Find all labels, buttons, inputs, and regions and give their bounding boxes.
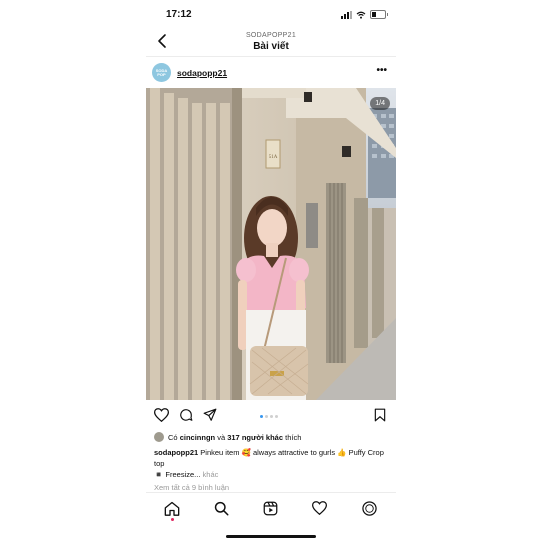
liker-avatar	[154, 432, 164, 442]
status-icons	[341, 10, 388, 19]
likes-count[interactable]: 317 người khác	[227, 433, 283, 442]
more-icon[interactable]: •••	[376, 65, 387, 76]
status-time: 17:12	[166, 9, 192, 20]
signal-icon	[341, 10, 352, 19]
phone-screen: 17:12 SODAPOPP21 Bài viết SODA POP sodap…	[146, 0, 396, 543]
carousel-dot	[275, 415, 278, 418]
post-caption: sodapopp21 Pinkeu item 🥰 always attracti…	[154, 447, 390, 480]
carousel-dot	[270, 415, 273, 418]
bookmark-icon[interactable]	[374, 408, 386, 422]
heart-icon[interactable]	[154, 408, 169, 422]
search-icon[interactable]	[214, 501, 229, 516]
post-actions	[146, 404, 396, 426]
post-photo-illustration: 51A	[146, 88, 396, 400]
image-counter: 1/4	[370, 97, 390, 110]
home-indicator	[226, 535, 316, 538]
page-title: Bài viết	[253, 41, 289, 52]
caption-line2: ◾️ Freesize...	[154, 470, 201, 479]
home-icon[interactable]	[164, 501, 180, 516]
activity-icon[interactable]	[312, 501, 327, 515]
avatar[interactable]: SODA POP	[152, 63, 171, 82]
reels-icon[interactable]	[263, 501, 278, 516]
liker-username[interactable]: cincinngn	[180, 433, 215, 442]
bottom-nav	[146, 492, 396, 525]
app-header: SODAPOPP21 Bài viết	[146, 28, 396, 57]
wifi-icon	[356, 11, 366, 19]
likes-suffix: thích	[285, 432, 302, 442]
likes-prefix: Có	[168, 432, 178, 442]
carousel-dot	[265, 415, 268, 418]
comment-icon[interactable]	[179, 408, 193, 422]
carousel-dots	[260, 415, 278, 418]
header-username: SODAPOPP21	[245, 32, 297, 39]
door-sign-number: 51A	[269, 155, 278, 160]
profile-icon[interactable]	[362, 501, 377, 516]
notification-dot	[171, 518, 174, 521]
battery-icon	[370, 10, 388, 19]
share-icon[interactable]	[203, 408, 217, 422]
status-bar: 17:12	[146, 0, 396, 28]
post-header: SODA POP sodapopp21 •••	[146, 60, 396, 86]
likes-and: và	[217, 432, 226, 442]
caption-username[interactable]: sodapopp21	[154, 448, 198, 457]
likes-line: Có cincinngn và 317 người khác thích	[154, 432, 301, 442]
view-comments-link[interactable]: Xem tất cả 9 bình luận	[154, 483, 229, 492]
carousel-dot-active	[260, 415, 263, 418]
post-image[interactable]: 51A 1/4	[146, 88, 396, 400]
post-username[interactable]: sodapopp21	[177, 68, 227, 78]
caption-more-link[interactable]: khác	[203, 470, 219, 479]
